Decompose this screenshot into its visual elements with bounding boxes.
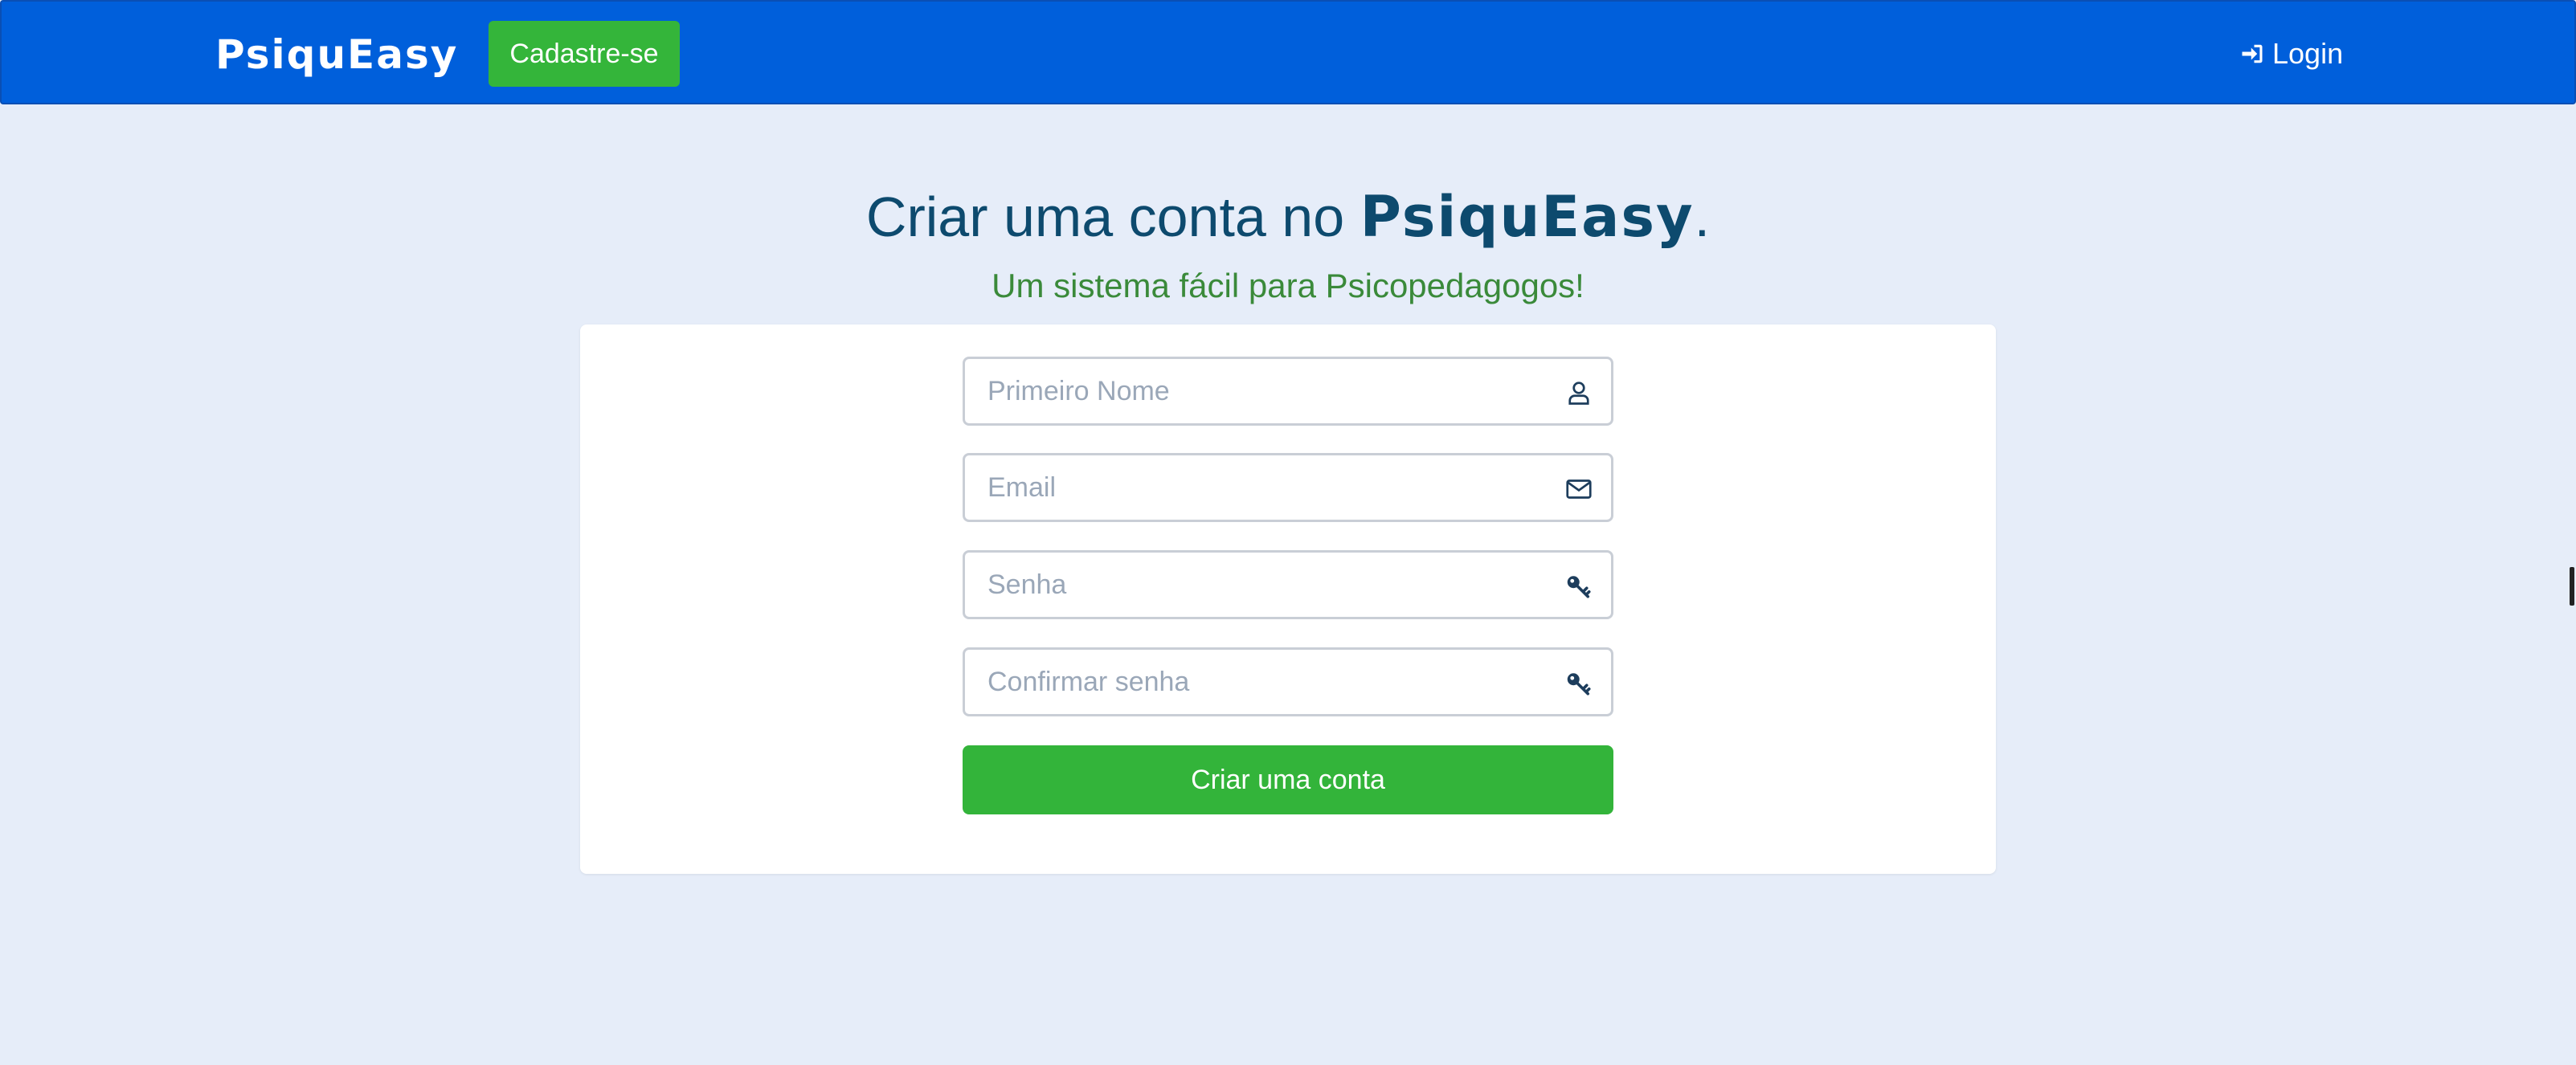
first-name-input[interactable] xyxy=(965,359,1611,423)
page-title: Criar uma conta no PsiquEasy. xyxy=(0,178,2576,255)
top-navbar: PsiquEasy Cadastre-se Login xyxy=(0,0,2576,104)
brand-logo[interactable]: PsiquEasy xyxy=(215,31,458,79)
user-icon xyxy=(1568,382,1589,405)
email-field-wrapper xyxy=(963,453,1613,522)
key-icon xyxy=(1567,576,1591,598)
login-label: Login xyxy=(2272,37,2344,70)
confirm-password-field-wrapper xyxy=(963,647,1613,716)
email-input[interactable] xyxy=(965,455,1611,520)
confirm-password-input[interactable] xyxy=(965,650,1611,714)
signup-button[interactable]: Cadastre-se xyxy=(489,21,680,87)
page-title-brand: PsiquEasy xyxy=(1360,184,1695,250)
key-icon xyxy=(1567,673,1591,696)
password-input[interactable] xyxy=(965,553,1611,617)
first-name-field-wrapper xyxy=(963,357,1613,426)
mouse-cursor xyxy=(2570,567,2574,606)
page-title-prefix: Criar uma conta no xyxy=(865,186,1360,248)
create-account-button[interactable]: Criar uma conta xyxy=(963,745,1613,814)
login-link[interactable]: Login xyxy=(2240,34,2343,74)
signup-card: Criar uma conta xyxy=(580,324,1996,874)
password-field-wrapper xyxy=(963,550,1613,619)
envelope-icon xyxy=(1566,479,1592,499)
sign-in-icon xyxy=(2242,44,2263,63)
page-title-suffix: . xyxy=(1694,186,1711,248)
page-subtitle: Um sistema fácil para Psicopedagogos! xyxy=(992,267,1584,304)
